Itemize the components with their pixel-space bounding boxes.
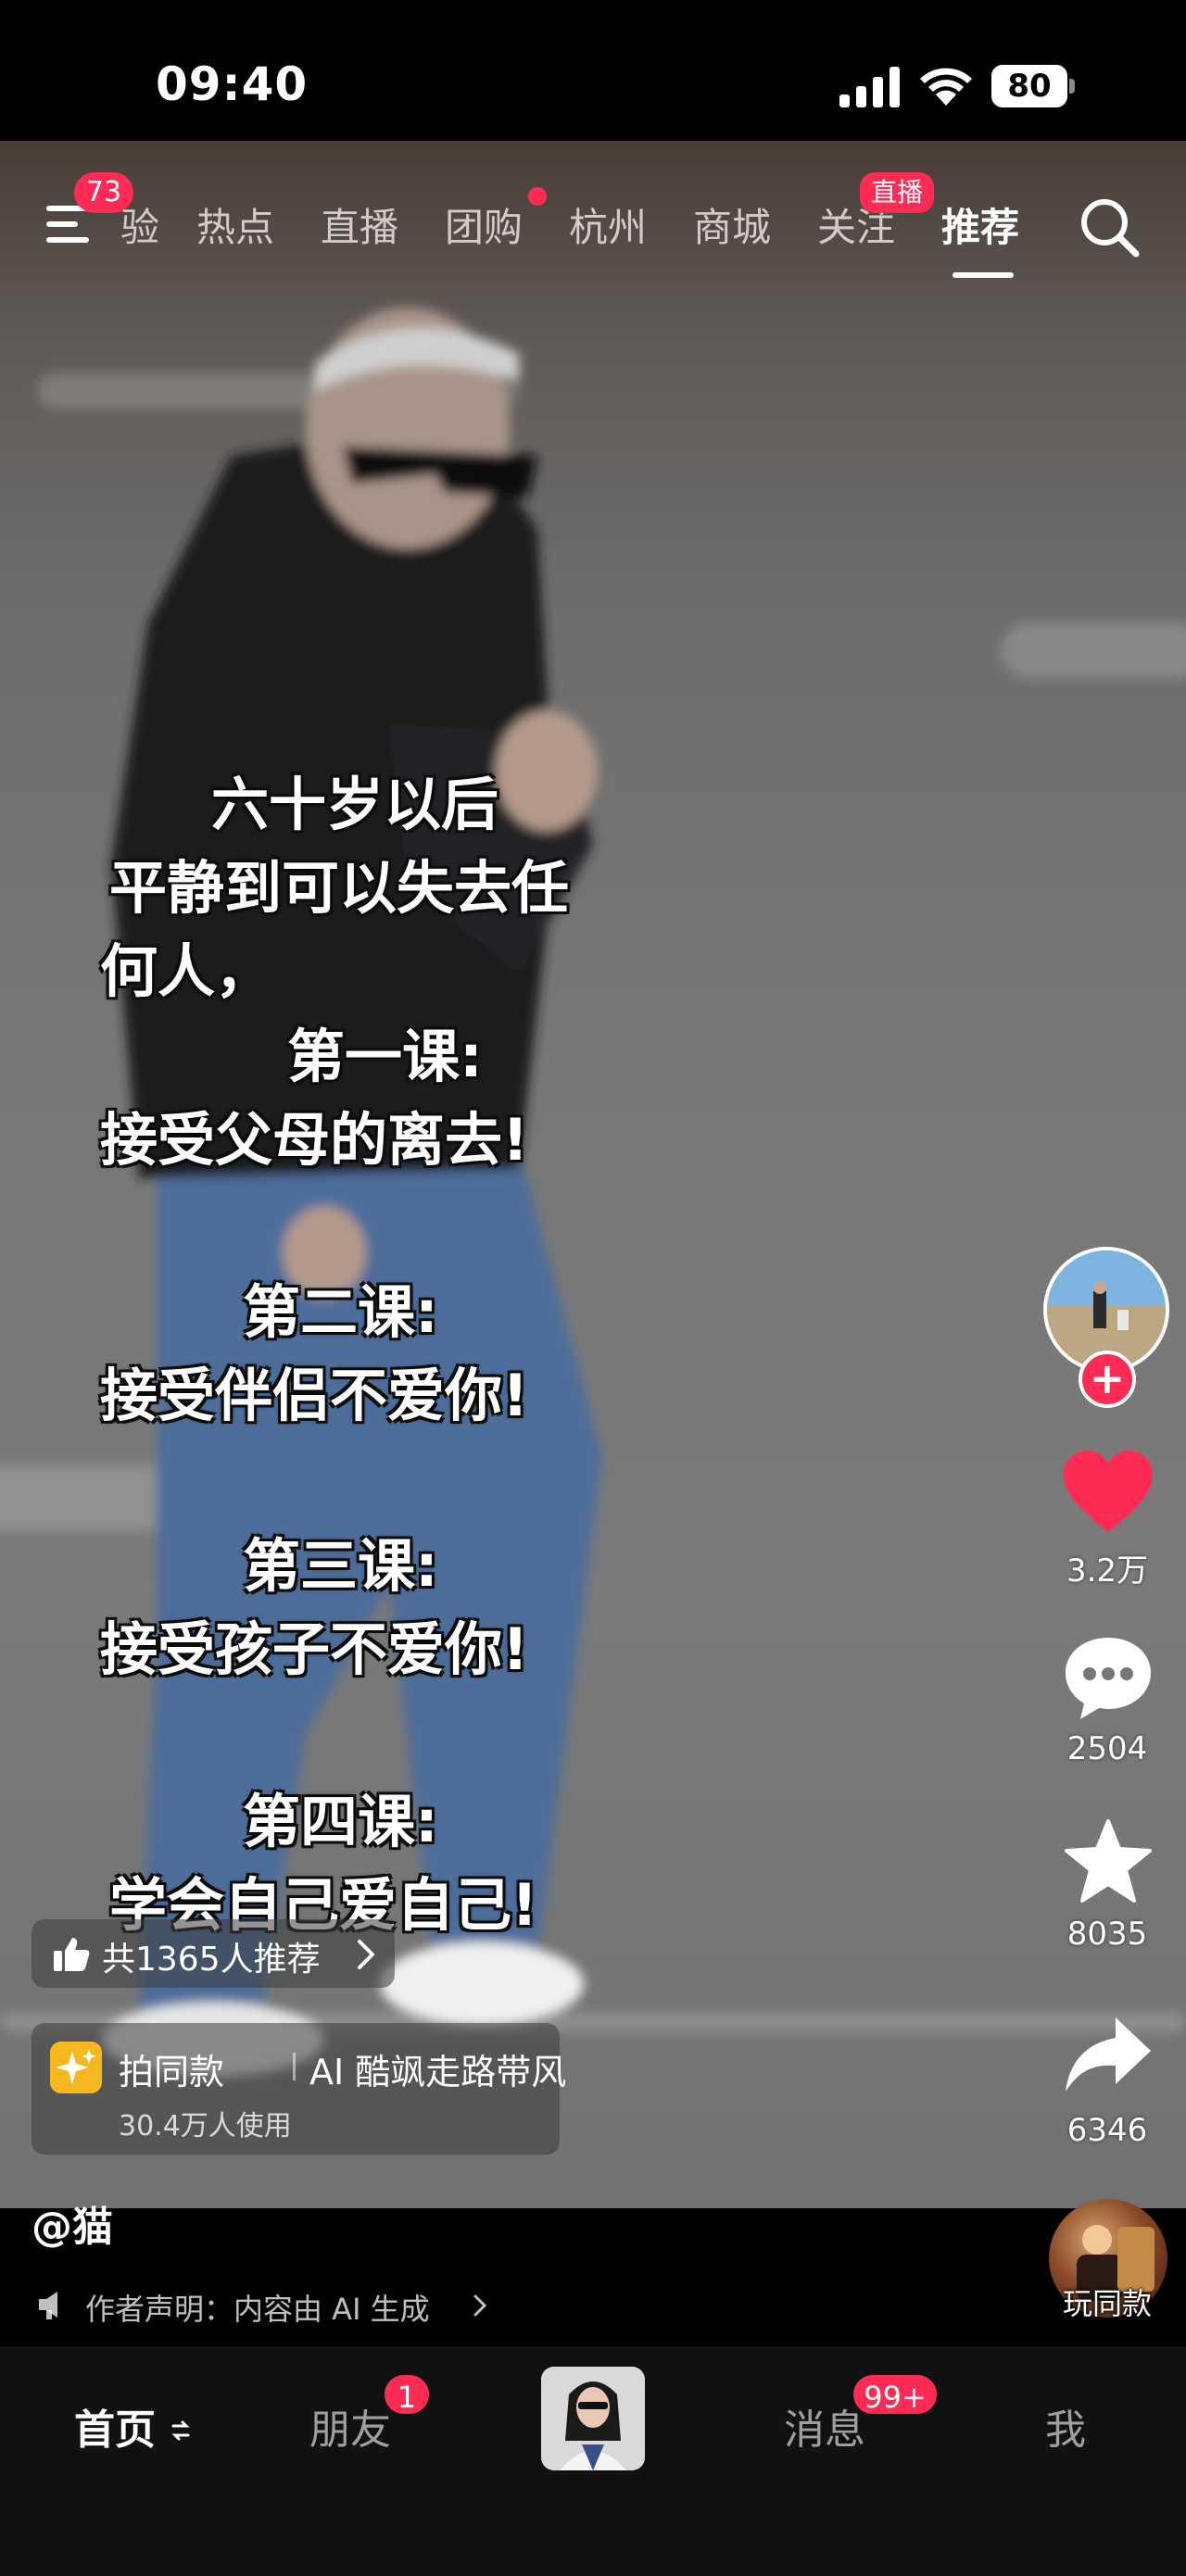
like-count: 3.2万: [1066, 1552, 1149, 1590]
caption-line: 第四课:: [243, 1788, 438, 1855]
chevron-right-icon: [358, 1940, 374, 1969]
tab-live[interactable]: 直播: [321, 196, 398, 253]
play-same-label[interactable]: 玩同款: [1028, 2281, 1186, 2323]
cellular-signal-icon: [839, 67, 900, 107]
recommend-count-text: 共1365人推荐: [102, 1941, 321, 1979]
tab-mall[interactable]: 商城: [693, 196, 771, 253]
star-icon[interactable]: [1062, 1817, 1154, 1906]
declaration-text: 作者声明：内容由 AI 生成: [85, 2292, 430, 2327]
share-icon[interactable]: [1062, 2012, 1154, 2101]
search-icon[interactable]: [1079, 196, 1140, 258]
active-tab-indicator: [953, 272, 1014, 278]
caption-line: 接受孩子不爱你!: [100, 1615, 529, 1683]
caption-line: 第二课:: [243, 1278, 438, 1346]
tab-hot[interactable]: 热点: [196, 196, 274, 253]
speaker-icon: [39, 2292, 57, 2319]
template-card[interactable]: 拍同款 AI 酷飒走路带风 30.4万人使用: [32, 2023, 566, 2155]
sparkle-icon: [50, 2042, 102, 2093]
divider: [293, 2053, 296, 2080]
template-title: 拍同款: [119, 2052, 225, 2092]
avatar-photo: [541, 2367, 645, 2470]
comment-count: 2504: [1066, 1730, 1148, 1767]
status-bar: 09:40 80: [0, 0, 1186, 141]
chevron-right-icon: [473, 2294, 487, 2317]
nav-friends[interactable]: 朋友: [309, 2396, 391, 2456]
live-badge: 直播: [860, 172, 934, 213]
thumb-up-icon: [54, 1938, 90, 1971]
status-time: 09:40: [156, 57, 309, 111]
nav-me[interactable]: 我: [1045, 2396, 1086, 2456]
caption-line: 六十岁以后: [211, 771, 499, 838]
caption-line: 平静到可以失去任: [109, 854, 570, 922]
tab-recommend[interactable]: 推荐: [941, 196, 1019, 253]
caption-line: 何人，: [100, 937, 273, 1005]
battery-indicator: 80: [991, 65, 1077, 107]
template-usage: 30.4万人使用: [119, 2110, 292, 2142]
tab-hangzhou[interactable]: 杭州: [569, 196, 647, 253]
caption-line: 接受伴侣不爱你!: [100, 1362, 529, 1429]
messages-badge: 99+: [851, 2372, 940, 2417]
nav-home[interactable]: 首页: [74, 2396, 156, 2456]
wifi-icon: [920, 68, 972, 106]
caption-line: 接受父母的离去!: [100, 1106, 529, 1174]
notification-dot: [528, 187, 547, 206]
recommend-chip[interactable]: 共1365人推荐: [32, 1919, 395, 1988]
battery-level: 80: [991, 65, 1067, 107]
follow-button[interactable]: +: [1079, 1351, 1136, 1408]
refresh-icon: [171, 2420, 190, 2441]
tab-partial[interactable]: 验: [120, 196, 159, 253]
caption-line: 第三课:: [243, 1532, 438, 1600]
tab-group-buy[interactable]: 团购: [445, 196, 523, 253]
heart-icon[interactable]: [1062, 1449, 1154, 1538]
share-count: 6346: [1066, 2112, 1148, 2149]
author-name[interactable]: @猫: [32, 2193, 113, 2253]
favorite-count: 8035: [1066, 1916, 1148, 1953]
battery-cap: [1069, 79, 1075, 94]
center-avatar-button[interactable]: [541, 2367, 645, 2470]
comment-icon[interactable]: [1062, 1634, 1154, 1723]
template-name: AI 酷飒走路带风: [309, 2052, 567, 2092]
bottom-navigation: 首页 朋友 1 消息 99+ 我: [0, 2347, 1186, 2576]
top-navigation: 73 验 热点 直播 团购 杭州 商城 关注 直播 推荐: [0, 172, 1186, 278]
caption-line: 第一课:: [287, 1023, 483, 1090]
friends-badge: 1: [382, 2372, 432, 2417]
